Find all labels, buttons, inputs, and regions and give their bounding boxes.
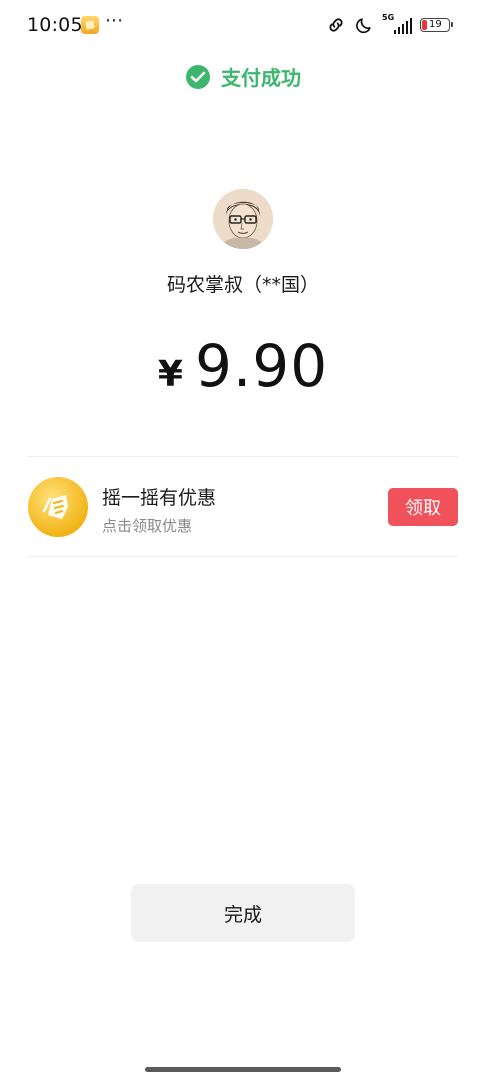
coupon-coin-icon bbox=[28, 477, 88, 537]
avatar bbox=[213, 189, 273, 249]
battery-icon: 19 bbox=[420, 18, 453, 32]
payment-amount: ¥ 9.90 bbox=[0, 332, 486, 400]
header: 支付成功 bbox=[0, 62, 486, 91]
app-notification-icon bbox=[81, 16, 99, 34]
wechat-pay-icon bbox=[186, 64, 210, 89]
battery-fill bbox=[422, 20, 427, 30]
more-notifications-icon: ··· bbox=[105, 10, 124, 32]
moon-icon bbox=[356, 18, 371, 34]
home-indicator[interactable] bbox=[145, 1067, 341, 1072]
done-button[interactable]: 完成 bbox=[131, 884, 355, 942]
promo-row[interactable]: 摇一摇有优惠 点击领取优惠 领取 bbox=[28, 457, 458, 556]
status-bar: 10:05 ··· 5G 19 bbox=[0, 0, 486, 50]
amount-value: 9.90 bbox=[194, 332, 329, 400]
payee-name: 码农掌叔（**国） bbox=[166, 274, 319, 296]
divider-bottom bbox=[28, 556, 458, 557]
avatar-portrait bbox=[213, 189, 273, 249]
payment-success-screen: 10:05 ··· 5G 19 支付成功 码农掌叔（**国） ¥ 9.90 摇一… bbox=[0, 0, 486, 1080]
status-icons: 5G 19 bbox=[326, 13, 453, 36]
link-icon bbox=[329, 18, 343, 32]
page-title: 支付成功 bbox=[221, 66, 301, 90]
claim-button[interactable]: 领取 bbox=[388, 488, 458, 526]
battery-level: 19 bbox=[429, 19, 442, 30]
promo-title: 摇一摇有优惠 bbox=[102, 487, 217, 509]
promo-subtitle: 点击领取优惠 bbox=[102, 517, 193, 535]
network-type: 5G bbox=[382, 13, 395, 22]
status-time: 10:05 bbox=[27, 14, 83, 36]
signal-icon: 5G bbox=[382, 13, 412, 35]
currency-symbol: ¥ bbox=[157, 354, 183, 395]
